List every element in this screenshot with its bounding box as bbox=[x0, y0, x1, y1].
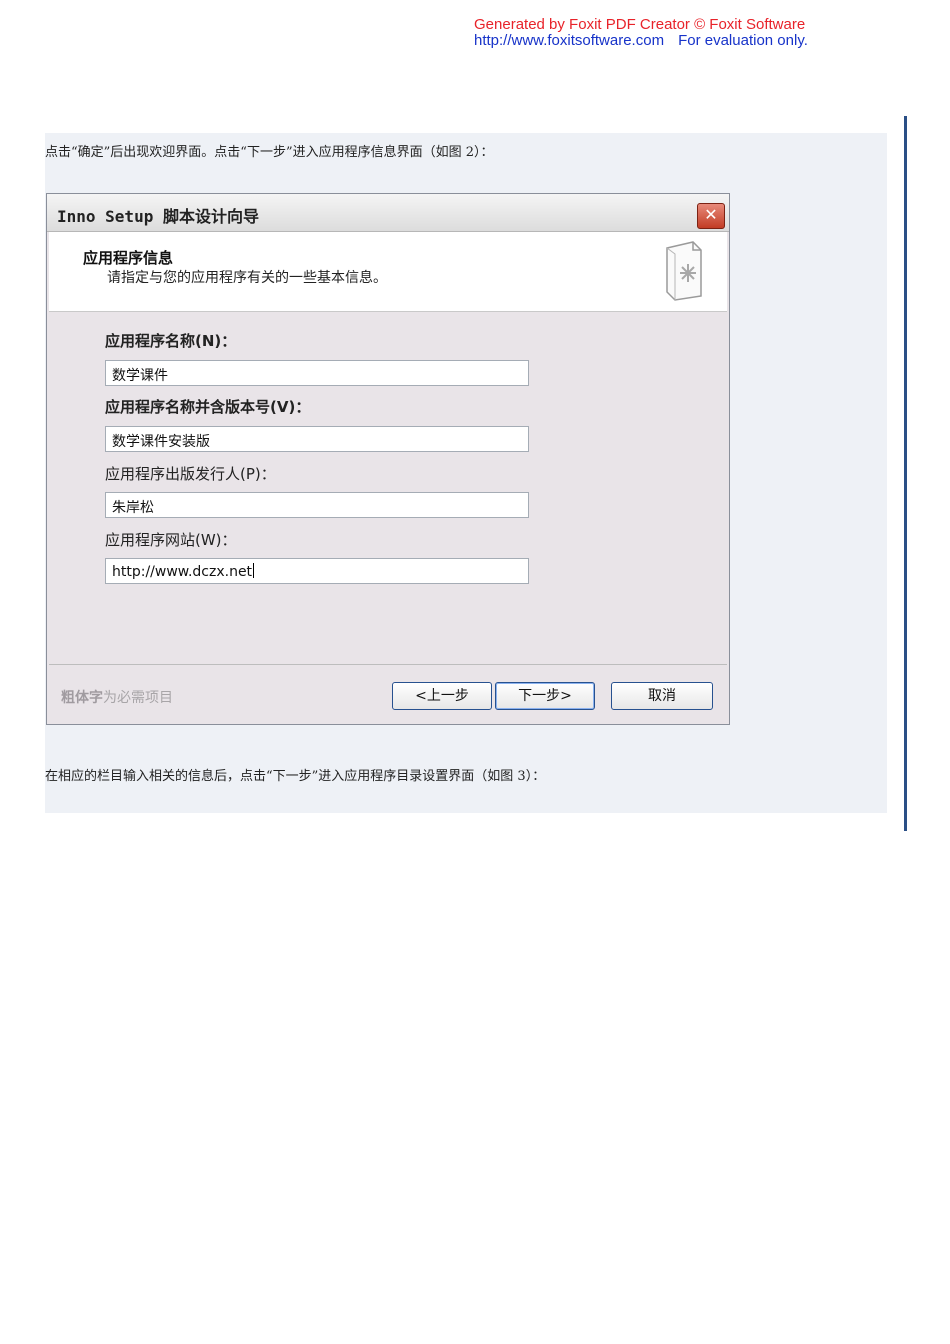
header-subtitle: 请指定与您的应用程序有关的一些基本信息。 bbox=[107, 270, 387, 286]
app-website-label: 应用程序网站(W)： bbox=[105, 531, 237, 549]
watermark-line-2: http://www.foxitsoftware.com For evaluati… bbox=[474, 33, 822, 49]
app-version-name-label: 应用程序名称并含版本号(V)： bbox=[105, 398, 311, 416]
back-button[interactable]: <上一步 bbox=[392, 682, 492, 710]
setup-wizard-dialog: Inno Setup 脚本设计向导 ✕ 应用程序信息 请指定与您的应用程序有关的… bbox=[46, 193, 730, 725]
footer-divider bbox=[49, 664, 727, 665]
text-caret bbox=[253, 563, 255, 578]
app-publisher-input[interactable]: 朱岸松 bbox=[105, 492, 529, 518]
page-divider bbox=[904, 116, 907, 831]
header-title: 应用程序信息 bbox=[83, 249, 174, 267]
close-icon: ✕ bbox=[704, 205, 718, 224]
app-website-value: http://www.dczx.net bbox=[112, 564, 253, 580]
app-publisher-label: 应用程序出版发行人(P)： bbox=[105, 465, 276, 483]
required-note-bold: 粗体字 bbox=[61, 690, 103, 706]
close-button[interactable]: ✕ bbox=[697, 203, 725, 229]
watermark: Generated by Foxit PDF Creator © Foxit S… bbox=[474, 17, 822, 49]
watermark-line: Generated by Foxit PDF Creator © Foxit S… bbox=[474, 16, 806, 33]
required-note-rest: 为必需项目 bbox=[103, 690, 173, 706]
document-asterisk-icon bbox=[666, 241, 702, 301]
outro-paragraph: 在相应的栏目输入相关的信息后，点击“下一步”进入应用程序目录设置界面（如图 3）… bbox=[45, 769, 546, 784]
cancel-button[interactable]: 取消 bbox=[611, 682, 713, 710]
dialog-title: Inno Setup 脚本设计向导 bbox=[57, 207, 259, 226]
app-version-name-input[interactable]: 数学课件安装版 bbox=[105, 426, 529, 452]
required-note: 粗体字为必需项目 bbox=[61, 687, 173, 707]
app-name-input[interactable]: 数学课件 bbox=[105, 360, 529, 386]
watermark-note: For evaluation only. bbox=[678, 32, 808, 49]
next-button[interactable]: 下一步> bbox=[495, 682, 595, 710]
watermark-url: http://www.foxitsoftware.com bbox=[474, 32, 665, 49]
intro-paragraph: 点击“确定”后出现欢迎界面。点击“下一步”进入应用程序信息界面（如图 2）： bbox=[45, 145, 494, 160]
wizard-header: 应用程序信息 请指定与您的应用程序有关的一些基本信息。 bbox=[49, 232, 727, 312]
app-name-label: 应用程序名称(N)： bbox=[105, 332, 237, 350]
dialog-titlebar: Inno Setup 脚本设计向导 ✕ bbox=[47, 194, 729, 232]
app-website-input[interactable]: http://www.dczx.net bbox=[105, 558, 529, 584]
